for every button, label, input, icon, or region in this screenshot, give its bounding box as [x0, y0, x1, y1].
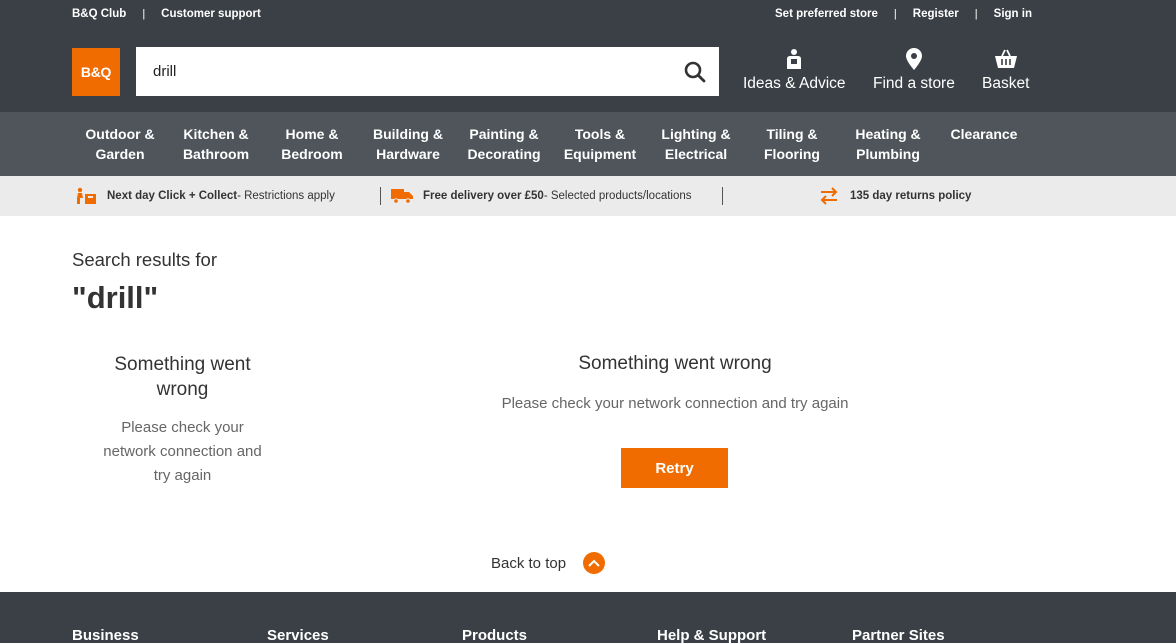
category-kitchen-bathroom[interactable]: Kitchen & Bathroom: [168, 124, 264, 164]
basket-button[interactable]: Basket: [982, 48, 1029, 93]
results-error-panel: Something went wrong Please check your n…: [475, 352, 875, 412]
promo-divider: [722, 187, 723, 205]
chevron-up-icon: [583, 552, 606, 574]
search-input[interactable]: [136, 47, 666, 96]
category-tiling-flooring[interactable]: Tiling & Flooring: [744, 124, 840, 164]
category-heating-plumbing[interactable]: Heating & Plumbing: [840, 124, 936, 164]
category-label: Tools &: [574, 126, 626, 142]
bq-logo[interactable]: B&Q: [72, 48, 120, 96]
promo-bold-text: Next day Click + Collect: [107, 190, 238, 202]
error-description: Please check your network connection and…: [103, 419, 262, 484]
category-label: Plumbing: [856, 146, 920, 162]
category-lighting-electrical[interactable]: Lighting & Electrical: [648, 124, 744, 164]
category-label: Lighting &: [661, 126, 731, 142]
search-bar: [136, 47, 719, 96]
error-title: Something went wrong: [114, 354, 251, 400]
register-link[interactable]: Register: [913, 8, 959, 20]
find-store-label: Find a store: [873, 75, 955, 92]
category-home-bedroom[interactable]: Home & Bedroom: [264, 124, 360, 164]
category-label: Kitchen &: [183, 126, 249, 142]
category-label: Decorating: [467, 146, 541, 162]
promo-divider: [380, 187, 381, 205]
footer-heading-products[interactable]: Products: [462, 627, 527, 643]
returns-arrows-icon: [818, 187, 840, 205]
results-query: "drill": [72, 280, 159, 315]
category-nav: Outdoor & Garden Kitchen & Bathroom Home &…: [0, 112, 1176, 176]
promo-bold-text: Free delivery over £50: [423, 190, 544, 202]
category-tools-equipment[interactable]: Tools & Equipment: [552, 124, 648, 164]
sign-in-link[interactable]: Sign in: [994, 8, 1032, 20]
find-store-button[interactable]: Find a store: [873, 48, 955, 93]
category-label: Garden: [95, 146, 145, 162]
category-painting-decorating[interactable]: Painting & Decorating: [456, 124, 552, 164]
error-title: Something went wrong: [578, 353, 772, 374]
basket-label: Basket: [982, 75, 1030, 92]
footer-heading-services[interactable]: Services: [267, 627, 329, 643]
utility-separator: |: [142, 8, 146, 20]
click-collect-icon: [75, 187, 97, 205]
category-label: Painting &: [469, 126, 539, 142]
error-description: Please check your network connection and…: [501, 395, 849, 412]
utility-nav-left: B&Q Club | Customer support: [72, 8, 261, 20]
utility-nav-right: Set preferred store | Register | Sign in: [775, 8, 1032, 20]
category-label: Equipment: [563, 146, 637, 162]
site-footer: Business Services Products Help & Suppor…: [0, 592, 1176, 643]
category-label: Flooring: [764, 146, 820, 162]
ideas-advice-label: Ideas & Advice: [743, 75, 846, 92]
filter-error-panel: Something went wrong Please check your n…: [100, 352, 265, 488]
basket-icon: [994, 48, 1018, 70]
category-label: Tiling &: [766, 126, 818, 142]
results-heading: Search results for: [72, 249, 217, 270]
ideas-advice-button[interactable]: Ideas & Advice: [743, 48, 846, 93]
category-label: Outdoor &: [85, 126, 155, 142]
promo-returns: 135 day returns policy: [818, 176, 971, 216]
footer-heading-business[interactable]: Business: [72, 627, 139, 643]
category-label: Clearance: [950, 126, 1018, 142]
bq-club-link[interactable]: B&Q Club: [72, 8, 126, 20]
site-header: B&Q Club | Customer support Set preferre…: [0, 0, 1176, 112]
category-outdoor-garden[interactable]: Outdoor & Garden: [72, 124, 168, 164]
back-to-top-label: Back to top: [491, 554, 567, 572]
promo-text: - Restrictions apply: [237, 190, 335, 202]
category-label: Bedroom: [281, 146, 343, 162]
category-label: Heating &: [855, 126, 921, 142]
customer-support-link[interactable]: Customer support: [161, 8, 261, 20]
delivery-van-icon: [391, 188, 413, 204]
footer-heading-partner-sites[interactable]: Partner Sites: [852, 627, 945, 643]
promo-text: - Selected products/locations: [543, 190, 692, 202]
utility-separator: |: [974, 8, 978, 20]
category-label: Electrical: [664, 146, 728, 162]
category-label: Home &: [285, 126, 339, 142]
promo-bold-text: 135 day returns policy: [850, 190, 972, 202]
search-icon[interactable]: [683, 60, 707, 84]
promo-free-delivery: Free delivery over £50 - Selected produc…: [391, 176, 692, 216]
footer-heading-help-support[interactable]: Help & Support: [657, 627, 766, 643]
ideas-icon: [782, 48, 806, 70]
retry-button[interactable]: Retry: [621, 448, 728, 488]
set-preferred-store-link[interactable]: Set preferred store: [775, 8, 878, 20]
utility-separator: |: [893, 8, 897, 20]
category-label: Hardware: [376, 146, 440, 162]
location-pin-icon: [902, 48, 926, 70]
back-to-top-link[interactable]: Back to top: [491, 552, 606, 574]
category-clearance[interactable]: Clearance: [936, 124, 1032, 144]
category-label: Bathroom: [182, 146, 250, 162]
promo-click-collect: Next day Click + Collect - Restrictions …: [75, 176, 335, 216]
promo-bar: Next day Click + Collect - Restrictions …: [0, 176, 1176, 216]
category-building-hardware[interactable]: Building & Hardware: [360, 124, 456, 164]
category-label: Building &: [373, 126, 443, 142]
